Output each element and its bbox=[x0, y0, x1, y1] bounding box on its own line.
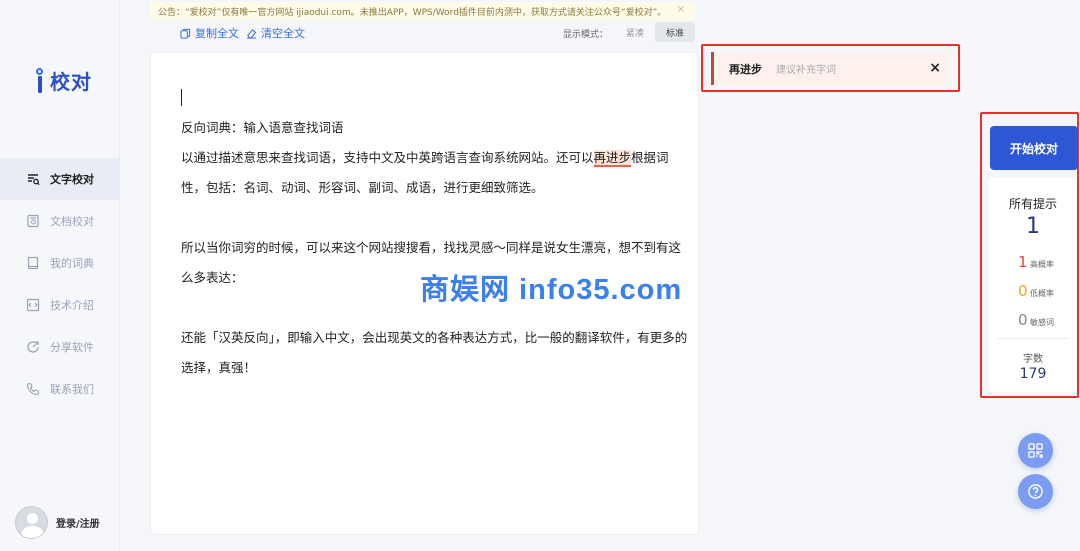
stat-high-label: 高概率 bbox=[1030, 260, 1054, 269]
stat-sensitive-count: 0 bbox=[1018, 311, 1028, 329]
stats-card: 所有提示 1 1 高概率 0 低概率 0 敏感词 字数 179 bbox=[989, 178, 1077, 392]
announcement-text: 公告：“爱校对”仅有唯一官方网站 ijiaodui.com。未推出APP，WPS… bbox=[158, 7, 667, 18]
sidebar: 校对 文字校对 文档校对 我的词典 技术介绍 分享软件 联系我们 登录/注册 bbox=[0, 0, 120, 551]
help-icon bbox=[1028, 484, 1043, 499]
sidebar-item-label: 联系我们 bbox=[50, 383, 94, 396]
stat-low-count: 0 bbox=[1018, 282, 1028, 300]
sidebar-item-label: 文档校对 bbox=[50, 215, 94, 228]
paragraph-1: 反向词典：输入语意查找词语 bbox=[181, 120, 344, 135]
dictionary-icon bbox=[26, 256, 40, 270]
text-proofread-icon bbox=[26, 172, 40, 186]
suggestion-hint: 建议补充字词 bbox=[776, 65, 836, 76]
logo-text: 校对 bbox=[50, 70, 92, 94]
sidebar-item-label: 分享软件 bbox=[50, 341, 94, 354]
phone-icon bbox=[26, 382, 40, 396]
watermark: 商娱网 info35.com bbox=[420, 274, 683, 306]
stat-low-label: 低概率 bbox=[1030, 289, 1054, 298]
proofread-panel: 开始校对 所有提示 1 1 高概率 0 低概率 0 敏感词 字数 179 bbox=[980, 112, 1079, 398]
divider bbox=[997, 338, 1069, 339]
stat-sensitive-label: 敏感词 bbox=[1030, 318, 1054, 327]
editor-toolbar: 复制全文 清空全文 显示模式： 紧凑 标准 bbox=[150, 22, 698, 42]
sidebar-item-dictionary[interactable]: 我的词典 bbox=[0, 242, 119, 284]
mode-standard-button[interactable]: 标准 bbox=[655, 22, 695, 42]
suggestion-panel: 再进步 建议补充字词 × bbox=[701, 44, 960, 92]
stat-low-probability[interactable]: 0 低概率 bbox=[1018, 282, 1054, 300]
close-icon[interactable]: × bbox=[677, 4, 685, 15]
sidebar-item-label: 我的词典 bbox=[50, 257, 94, 270]
help-button[interactable] bbox=[1018, 474, 1053, 509]
sidebar-item-label: 技术介绍 bbox=[50, 299, 94, 312]
sidebar-item-contact[interactable]: 联系我们 bbox=[0, 368, 119, 410]
suggestion-card[interactable]: 再进步 建议补充字词 × bbox=[711, 52, 949, 85]
start-proofread-button[interactable]: 开始校对 bbox=[990, 126, 1078, 170]
login-link[interactable]: 登录/注册 bbox=[56, 515, 100, 530]
paragraph-2-before: 以通过描述意思来查找词语，支持中文及中英跨语言查询系统网站。还可以 bbox=[181, 150, 594, 165]
copy-all-button[interactable]: 复制全文 bbox=[180, 25, 239, 41]
clear-all-label: 清空全文 bbox=[261, 27, 305, 40]
sidebar-nav: 文字校对 文档校对 我的词典 技术介绍 分享软件 联系我们 bbox=[0, 158, 119, 410]
sidebar-item-label: 文字校对 bbox=[50, 173, 94, 186]
suggestion-word: 再进步 bbox=[729, 62, 762, 76]
all-hints-count: 1 bbox=[1026, 214, 1040, 239]
qr-code-icon bbox=[1028, 443, 1043, 458]
tech-icon bbox=[26, 298, 40, 312]
stat-high-probability[interactable]: 1 高概率 bbox=[1018, 253, 1054, 271]
eraser-icon bbox=[246, 28, 257, 39]
sidebar-item-document-proofread[interactable]: 文档校对 bbox=[0, 200, 119, 242]
paragraph-4: 还能「汉英反向」，即输入中文，会出现英文的各种表达方式，比一般的翻译软件，有更多… bbox=[181, 330, 688, 375]
stat-sensitive-words[interactable]: 0 敏感词 bbox=[1018, 311, 1054, 329]
close-icon[interactable]: × bbox=[929, 60, 941, 76]
copy-all-label: 复制全文 bbox=[195, 27, 239, 40]
logo-icon bbox=[32, 67, 48, 94]
avatar[interactable] bbox=[15, 506, 48, 539]
text-cursor bbox=[181, 89, 182, 106]
announcement-bar: 公告：“爱校对”仅有唯一官方网站 ijiaodui.com。未推出APP，WPS… bbox=[150, 2, 695, 20]
clear-all-button[interactable]: 清空全文 bbox=[246, 25, 305, 41]
sidebar-item-share[interactable]: 分享软件 bbox=[0, 326, 119, 368]
word-count-value: 179 bbox=[1019, 366, 1047, 382]
word-count-label: 字数 bbox=[1023, 354, 1043, 365]
sidebar-item-text-proofread[interactable]: 文字校对 bbox=[0, 158, 119, 200]
sidebar-item-tech[interactable]: 技术介绍 bbox=[0, 284, 119, 326]
user-login[interactable]: 登录/注册 bbox=[15, 506, 100, 539]
mode-compact-button[interactable]: 紧凑 bbox=[620, 24, 650, 41]
all-hints-label: 所有提示 bbox=[1008, 197, 1057, 211]
stat-high-count: 1 bbox=[1018, 253, 1028, 271]
error-highlight[interactable]: 再进步 bbox=[593, 150, 632, 167]
display-mode-label: 显示模式： bbox=[563, 30, 609, 40]
document-proofread-icon bbox=[26, 214, 40, 228]
qr-code-button[interactable] bbox=[1018, 433, 1053, 468]
share-icon bbox=[26, 340, 40, 354]
copy-icon bbox=[180, 28, 191, 39]
app-logo[interactable]: 校对 bbox=[32, 66, 92, 95]
paragraph-2: 以通过描述意思来查找词语，支持中文及中英跨语言查询系统网站。还可以再进步根据词性… bbox=[181, 143, 691, 203]
